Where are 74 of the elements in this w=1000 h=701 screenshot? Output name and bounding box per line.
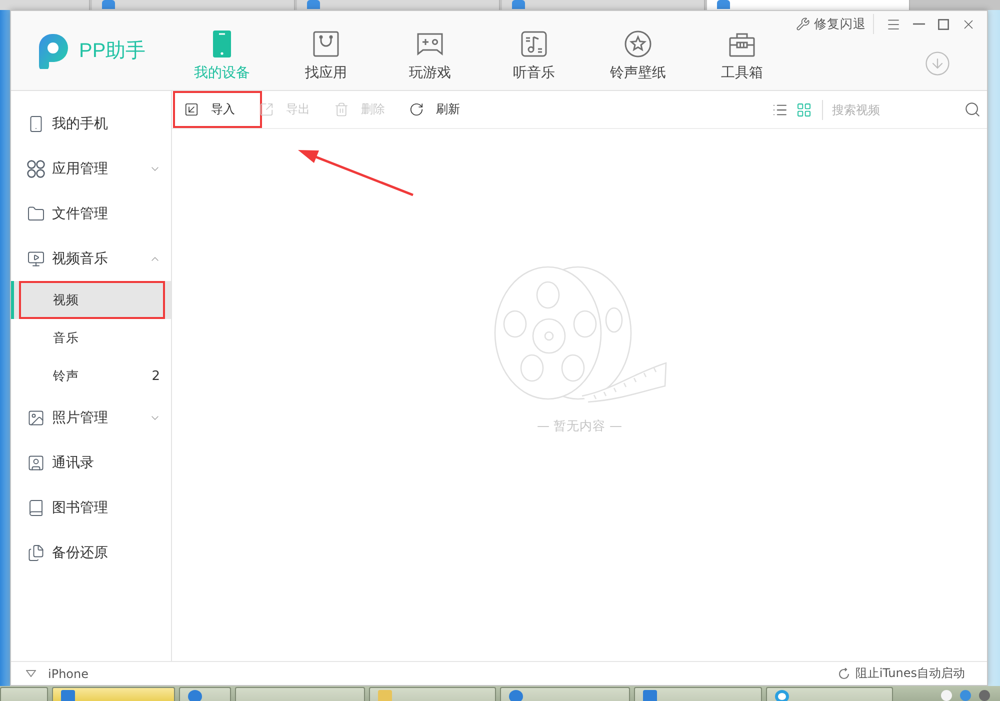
- minimize-icon: [912, 23, 924, 25]
- sidebar-item[interactable]: 照片管理: [11, 395, 171, 440]
- caret-down-icon: [26, 670, 36, 677]
- sidebar-item[interactable]: 我的手机: [11, 101, 171, 146]
- sidebar-subitem[interactable]: 音乐: [11, 319, 171, 357]
- taskbar-button[interactable]: [500, 687, 630, 701]
- app-icon: [643, 690, 657, 701]
- nav-tab[interactable]: 听音乐: [482, 11, 586, 91]
- circle-arrow-icon: [838, 668, 850, 680]
- music-note-icon: [520, 30, 548, 58]
- nav-tab[interactable]: 找应用: [274, 11, 378, 91]
- tab-favicon-icon: [307, 0, 320, 9]
- four-circles-icon: [27, 160, 45, 178]
- book-icon: [27, 498, 45, 516]
- monitor-play-icon: [27, 250, 45, 268]
- browser-tab[interactable]: [502, 0, 705, 10]
- download-icon[interactable]: [924, 50, 951, 77]
- tab-favicon-icon: [512, 0, 525, 9]
- sidebar-item[interactable]: 备份还原: [11, 530, 171, 575]
- taskbar-button[interactable]: [766, 687, 893, 701]
- device-selector[interactable]: iPhone: [26, 666, 89, 680]
- search-field[interactable]: 搜索视频: [830, 98, 964, 122]
- taskbar-button[interactable]: [0, 687, 48, 701]
- tab-favicon-icon: [717, 0, 730, 9]
- sidebar-item[interactable]: 通讯录: [11, 440, 171, 485]
- app-logo-text: PP助手: [79, 39, 146, 64]
- nav-tab[interactable]: 工具箱: [690, 11, 794, 91]
- square-arrow-out-icon: [259, 102, 274, 117]
- toolbar-button[interactable]: 刷新: [398, 91, 473, 128]
- maximize-icon: [938, 18, 949, 30]
- folder-icon: [27, 204, 45, 222]
- tray-icon: [960, 690, 971, 701]
- square-arrow-in-icon: [184, 102, 199, 117]
- sidebar-subitem[interactable]: 铃声 2: [11, 357, 171, 395]
- browser-tab[interactable]: [92, 0, 295, 10]
- wrench-icon: [796, 17, 810, 31]
- nav-tab[interactable]: 铃声壁纸: [586, 11, 690, 91]
- image-icon: [27, 408, 45, 426]
- sidebar-item[interactable]: 应用管理: [11, 146, 171, 191]
- search-button[interactable]: [964, 101, 981, 118]
- app-icon: [775, 690, 789, 701]
- app-icon: [378, 690, 392, 701]
- search-icon: [964, 101, 981, 118]
- nav-tab[interactable]: 玩游戏: [378, 11, 482, 91]
- taskbar-button[interactable]: [52, 687, 175, 701]
- taskbar-button[interactable]: [179, 687, 231, 701]
- contact-card-icon: [27, 454, 45, 472]
- app-icon: [188, 690, 202, 701]
- toolbar-button[interactable]: 导入: [173, 91, 248, 128]
- itunes-autostart-option[interactable]: 阻止iTunes自动启动: [838, 665, 965, 682]
- refresh-icon: [409, 102, 424, 117]
- browser-tab[interactable]: [297, 0, 500, 10]
- tray-icon: [979, 690, 990, 701]
- app-icon: [509, 690, 523, 701]
- item-count: 2: [152, 368, 160, 384]
- documents-icon: [27, 544, 45, 562]
- sidebar-item[interactable]: 文件管理: [11, 191, 171, 236]
- sidebar-subitem[interactable]: 视频: [11, 281, 171, 319]
- sidebar-item[interactable]: 图书管理: [11, 485, 171, 530]
- app-icon: [61, 690, 75, 701]
- bag-icon: [312, 30, 340, 58]
- sidebar-item[interactable]: 视频音乐: [11, 236, 171, 281]
- tab-favicon-icon: [102, 0, 115, 9]
- browser-tab[interactable]: [707, 0, 910, 10]
- logo-icon: [37, 32, 69, 68]
- taskbar-button[interactable]: [235, 687, 365, 701]
- grid-icon: [796, 102, 812, 118]
- trash-icon: [334, 102, 349, 117]
- tray-icon: [941, 690, 952, 701]
- menu-icon: [886, 16, 901, 32]
- empty-state-text: — 暂无内容 —: [537, 418, 622, 435]
- taskbar-button[interactable]: [634, 687, 762, 701]
- repair-button[interactable]: 修复闪退: [796, 13, 866, 35]
- taskbar-button[interactable]: [369, 687, 496, 701]
